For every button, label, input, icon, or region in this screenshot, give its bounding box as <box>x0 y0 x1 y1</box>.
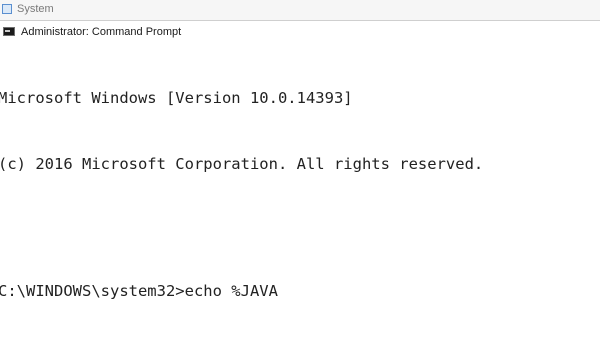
background-window-title: System <box>17 3 54 15</box>
console-line-command[interactable]: C:\WINDOWS\system32>echo %JAVA <box>0 280 600 302</box>
console-line-version: Microsoft Windows [Version 10.0.14393] <box>0 89 353 107</box>
background-window-titlebar[interactable]: System <box>0 0 600 21</box>
command-prompt-icon[interactable] <box>3 27 15 36</box>
command-prompt-titlebar[interactable]: Administrator: Command Prompt <box>0 21 600 43</box>
console-line-blank <box>0 219 600 236</box>
console-line-copyright: (c) 2016 Microsoft Corporation. All righ… <box>0 155 484 173</box>
system-window-icon <box>2 4 12 14</box>
console-output[interactable]: Microsoft Windows [Version 10.0.14393] (… <box>0 43 600 337</box>
command-prompt-window[interactable]: Administrator: Command Prompt Microsoft … <box>0 20 600 337</box>
window-title: Administrator: Command Prompt <box>21 26 182 38</box>
screen: System Administrator: Command Prompt Mic… <box>0 0 600 337</box>
